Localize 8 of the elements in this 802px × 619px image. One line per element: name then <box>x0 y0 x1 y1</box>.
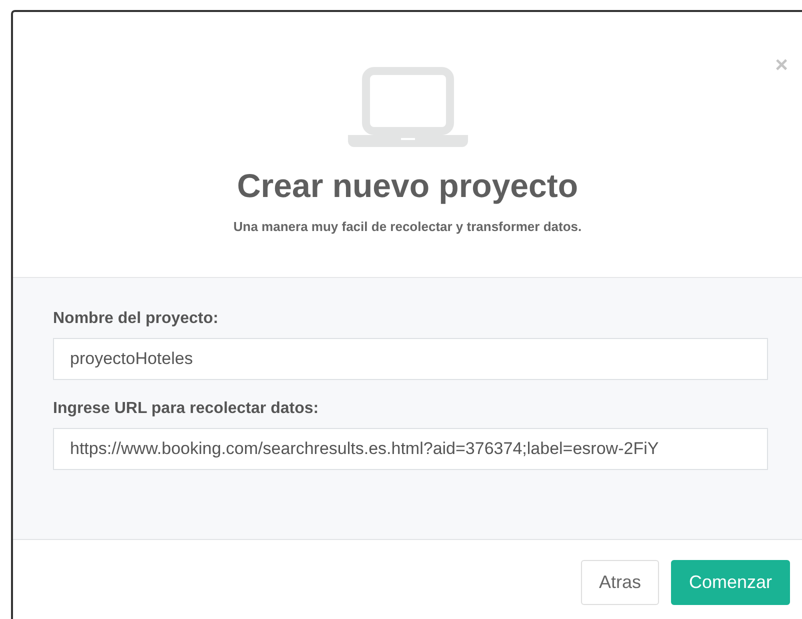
back-button[interactable]: Atras <box>580 560 659 605</box>
field-label: Nombre del proyecto: <box>53 310 220 328</box>
field-label: Ingrese URL para recolectar datos: <box>53 400 320 418</box>
text-field[interactable]: https://www.booking.com/searchresults.es.html?aid=376374;label=esrow-2FiY <box>53 428 768 470</box>
dialog-subtitle: Una manera muy facil de recolectar y transformer datos. <box>233 219 582 234</box>
text-field[interactable]: proyectoHoteles <box>53 338 768 380</box>
laptop-icon <box>348 67 468 147</box>
dialog-title: Crear nuevo proyecto <box>236 167 578 205</box>
